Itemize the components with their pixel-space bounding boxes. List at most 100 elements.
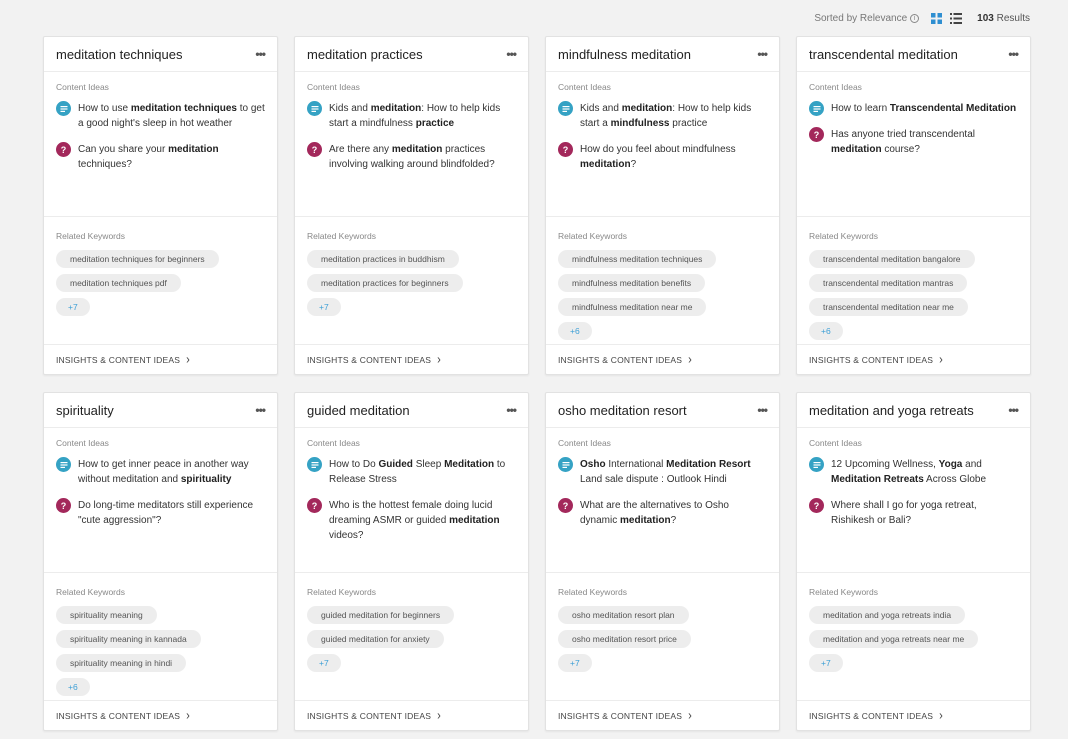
- keyword-card-grid: meditation techniques ••• Content Ideas …: [43, 36, 1031, 731]
- keyword-card: meditation and yoga retreats ••• Content…: [796, 392, 1031, 731]
- more-keywords-chip[interactable]: +7: [56, 298, 90, 316]
- card-header: meditation techniques •••: [44, 37, 277, 72]
- content-idea-text[interactable]: Kids and meditation: How to help kids st…: [580, 101, 767, 131]
- content-idea-text[interactable]: Has anyone tried transcendental meditati…: [831, 127, 1018, 157]
- chevron-right-icon: ›: [688, 352, 693, 367]
- insights-link[interactable]: INSIGHTS & CONTENT IDEAS ›: [44, 701, 277, 730]
- more-options-icon[interactable]: •••: [757, 47, 768, 61]
- related-keywords-label: Related Keywords: [307, 587, 376, 597]
- more-options-icon[interactable]: •••: [506, 47, 517, 61]
- keyword-card: meditation techniques ••• Content Ideas …: [43, 36, 278, 375]
- article-icon: [56, 457, 71, 472]
- more-keywords-chip[interactable]: +6: [56, 678, 90, 696]
- card-header: mindfulness meditation •••: [546, 37, 779, 72]
- info-icon[interactable]: i: [910, 13, 920, 23]
- content-idea-item: How to use meditation techniques to get …: [56, 101, 265, 131]
- content-idea-item: Kids and meditation: How to help kids st…: [307, 101, 516, 131]
- content-idea-text[interactable]: What are the alternatives to Osho dynami…: [580, 498, 767, 528]
- content-idea-text[interactable]: Where shall I go for yoga retreat, Rishi…: [831, 498, 1018, 528]
- content-idea-text[interactable]: Kids and meditation: How to help kids st…: [329, 101, 516, 131]
- insights-link[interactable]: INSIGHTS & CONTENT IDEAS ›: [295, 701, 528, 730]
- content-idea-text[interactable]: How do you feel about mindfulness medita…: [580, 142, 767, 172]
- more-keywords-chip[interactable]: +7: [558, 654, 592, 672]
- related-keyword-chip[interactable]: osho meditation resort price: [558, 630, 691, 648]
- insights-link[interactable]: INSIGHTS & CONTENT IDEAS ›: [797, 701, 1030, 730]
- content-ideas-label: Content Ideas: [56, 82, 109, 92]
- insights-link[interactable]: INSIGHTS & CONTENT IDEAS ›: [546, 345, 779, 374]
- question-icon: ?: [56, 498, 71, 513]
- related-keyword-chip[interactable]: meditation techniques pdf: [56, 274, 181, 292]
- related-keyword-chip[interactable]: transcendental meditation near me: [809, 298, 968, 316]
- related-keywords-label: Related Keywords: [56, 587, 125, 597]
- related-keyword-chip[interactable]: spirituality meaning: [56, 606, 157, 624]
- card-title: meditation and yoga retreats: [809, 402, 974, 418]
- list-view-button[interactable]: [949, 11, 963, 25]
- related-keywords-label: Related Keywords: [558, 231, 627, 241]
- more-options-icon[interactable]: •••: [255, 403, 266, 417]
- question-icon: ?: [56, 142, 71, 157]
- related-keyword-chip[interactable]: meditation and yoga retreats india: [809, 606, 966, 624]
- related-keywords-section: Related Keywords meditation and yoga ret…: [797, 573, 1030, 701]
- related-keyword-chip[interactable]: guided meditation for beginners: [307, 606, 455, 624]
- content-idea-text[interactable]: Do long-time meditators still experience…: [78, 498, 265, 528]
- more-options-icon[interactable]: •••: [255, 47, 266, 61]
- related-keyword-chip[interactable]: meditation techniques for beginners: [56, 250, 219, 268]
- related-keyword-chip[interactable]: transcendental meditation bangalore: [809, 250, 975, 268]
- related-keywords-section: Related Keywords guided meditation for b…: [295, 573, 528, 701]
- content-idea-text[interactable]: How to Do Guided Sleep Meditation to Rel…: [329, 457, 516, 487]
- related-keyword-chip[interactable]: mindfulness meditation techniques: [558, 250, 717, 268]
- content-idea-text[interactable]: 12 Upcoming Wellness, Yoga and Meditatio…: [831, 457, 1018, 487]
- content-idea-text[interactable]: How to use meditation techniques to get …: [78, 101, 265, 131]
- question-icon: ?: [558, 142, 573, 157]
- content-idea-item: ? Who is the hottest female doing lucid …: [307, 498, 516, 543]
- more-keywords-chip[interactable]: +6: [558, 322, 592, 340]
- content-idea-text[interactable]: Osho International Meditation Resort Lan…: [580, 457, 767, 487]
- insights-link-label: INSIGHTS & CONTENT IDEAS: [307, 354, 432, 365]
- related-keyword-chip[interactable]: mindfulness meditation near me: [558, 298, 707, 316]
- insights-link[interactable]: INSIGHTS & CONTENT IDEAS ›: [546, 701, 779, 730]
- related-keyword-chip[interactable]: mindfulness meditation benefits: [558, 274, 706, 292]
- results-count: 103 Results: [977, 13, 1030, 24]
- insights-link-label: INSIGHTS & CONTENT IDEAS: [809, 354, 934, 365]
- content-idea-text[interactable]: Who is the hottest female doing lucid dr…: [329, 498, 516, 543]
- chevron-right-icon: ›: [688, 708, 693, 723]
- content-ideas-section: Content Ideas How to learn Transcendenta…: [797, 72, 1030, 217]
- content-ideas-section: Content Ideas How to use meditation tech…: [44, 72, 277, 217]
- content-idea-text[interactable]: Can you share your meditation techniques…: [78, 142, 265, 172]
- related-keyword-chip[interactable]: guided meditation for anxiety: [307, 630, 444, 648]
- keyword-card: guided meditation ••• Content Ideas How …: [294, 392, 529, 731]
- article-icon: [307, 457, 322, 472]
- card-title: osho meditation resort: [558, 402, 687, 418]
- more-keywords-chip[interactable]: +7: [307, 654, 341, 672]
- related-keyword-chip[interactable]: transcendental meditation mantras: [809, 274, 968, 292]
- related-keyword-chip[interactable]: meditation and yoga retreats near me: [809, 630, 979, 648]
- insights-link[interactable]: INSIGHTS & CONTENT IDEAS ›: [797, 345, 1030, 374]
- related-keyword-chip[interactable]: spirituality meaning in hindi: [56, 654, 187, 672]
- related-keyword-chip[interactable]: meditation practices for beginners: [307, 274, 463, 292]
- more-keywords-chip[interactable]: +7: [307, 298, 341, 316]
- related-keyword-chip[interactable]: meditation practices in buddhism: [307, 250, 459, 268]
- related-keyword-chip[interactable]: osho meditation resort plan: [558, 606, 689, 624]
- more-options-icon[interactable]: •••: [757, 403, 768, 417]
- content-idea-item: 12 Upcoming Wellness, Yoga and Meditatio…: [809, 457, 1018, 487]
- insights-link[interactable]: INSIGHTS & CONTENT IDEAS ›: [44, 345, 277, 374]
- content-idea-text[interactable]: Are there any meditation practices invol…: [329, 142, 516, 172]
- content-idea-text[interactable]: How to get inner peace in another way wi…: [78, 457, 265, 487]
- content-ideas-label: Content Ideas: [558, 82, 611, 92]
- content-ideas-section: Content Ideas How to get inner peace in …: [44, 428, 277, 573]
- insights-link[interactable]: INSIGHTS & CONTENT IDEAS ›: [295, 345, 528, 374]
- question-icon: ?: [809, 127, 824, 142]
- more-options-icon[interactable]: •••: [1008, 403, 1019, 417]
- content-idea-item: ? Has anyone tried transcendental medita…: [809, 127, 1018, 157]
- insights-link-label: INSIGHTS & CONTENT IDEAS: [809, 710, 934, 721]
- grid-view-button[interactable]: [929, 11, 943, 25]
- more-options-icon[interactable]: •••: [506, 403, 517, 417]
- more-options-icon[interactable]: •••: [1008, 47, 1019, 61]
- sort-control[interactable]: Sorted by Relevance i: [814, 13, 920, 24]
- related-keyword-chip[interactable]: spirituality meaning in kannada: [56, 630, 201, 648]
- more-keywords-chip[interactable]: +6: [809, 322, 843, 340]
- content-idea-text[interactable]: How to learn Transcendental Meditation: [831, 101, 1016, 116]
- article-icon: [809, 101, 824, 116]
- more-keywords-chip[interactable]: +7: [809, 654, 843, 672]
- chevron-right-icon: ›: [939, 352, 944, 367]
